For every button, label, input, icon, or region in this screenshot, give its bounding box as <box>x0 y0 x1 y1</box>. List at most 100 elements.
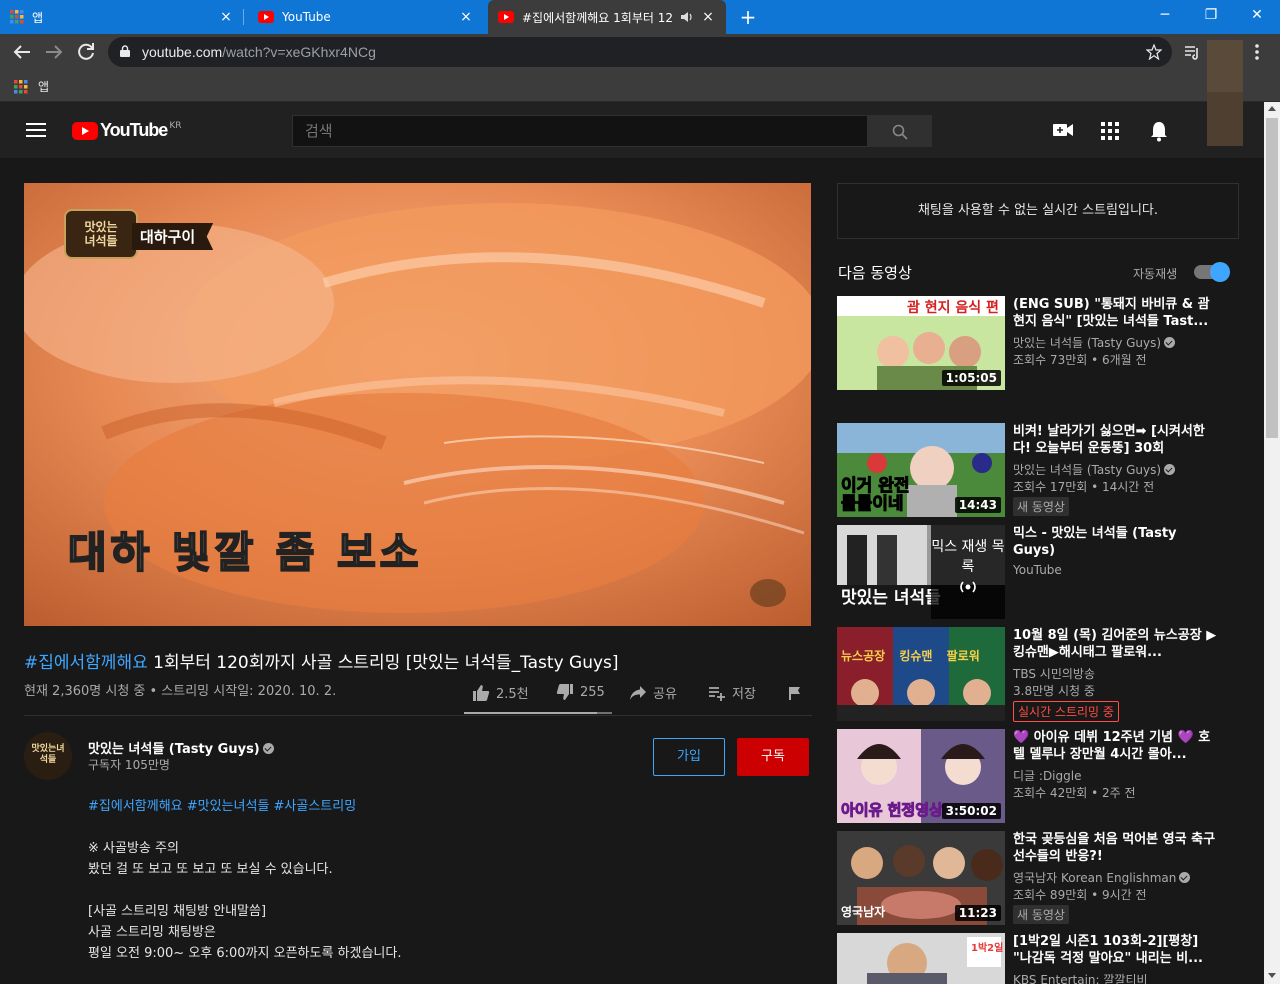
page-scrollbar-thumb[interactable] <box>1266 118 1278 438</box>
search-box[interactable] <box>292 115 868 147</box>
recommended-title[interactable]: 믹스 - 맛있는 녀석들 (Tasty Guys) <box>1013 525 1219 559</box>
bookmarks-bar: 앱 <box>0 62 1280 102</box>
recommended-mix[interactable]: 맛있는 녀석들 믹스 재생 목록 믹스 - 맛있는 녀석들 (Tasty Guy… <box>837 525 1257 621</box>
browser-toolbar: youtube.com/watch?v=xeGKhxr4NCg <box>0 34 1280 70</box>
tab-label: #집에서함께해요 1회부터 12 <box>522 10 673 25</box>
mix-thumbnail[interactable]: 맛있는 녀석들 믹스 재생 목록 <box>837 525 1005 619</box>
bookmark-apps[interactable]: 앱 <box>14 78 49 95</box>
recommended-title[interactable]: 💜 아이유 데뷔 12주년 기념 💜 호텔 델루나 장만월 4시간 몰아... <box>1013 729 1219 763</box>
recommended-video[interactable]: 괌 현지 음식 편 1:05:05 (ENG SUB) "통돼지 바비큐 & 괌… <box>837 296 1257 392</box>
notifications-bell-icon[interactable] <box>1150 120 1168 142</box>
region-code: KR <box>169 120 182 131</box>
video-thumbnail[interactable]: 뉴스공장 킹슈맨 팔로워 <box>837 627 1005 721</box>
reload-icon[interactable] <box>74 40 98 64</box>
playlist-add-icon <box>709 686 725 701</box>
live-chat-disabled-notice: 채팅을 사용할 수 없는 실시간 스트림입니다. <box>837 183 1239 239</box>
video-thumbnail[interactable]: 1박2일 <box>837 933 1005 984</box>
subscribe-button[interactable]: 구독 <box>737 738 809 776</box>
like-count: 2.5천 <box>496 687 529 702</box>
youtube-header: YouTube KR <box>0 92 1264 158</box>
scroll-down-icon[interactable] <box>1267 972 1277 980</box>
recommended-title[interactable]: 비켜! 날라가기 싫으면➡ [시켜서한다! 오늘부터 운동뚱] 30회 <box>1013 423 1219 457</box>
youtube-logo-icon <box>72 121 98 140</box>
recommended-channel: 맛있는 녀석들 (Tasty Guys) <box>1013 334 1176 351</box>
forward-icon[interactable] <box>42 40 66 64</box>
more-menu-icon[interactable] <box>1254 43 1260 61</box>
address-bar[interactable]: youtube.com/watch?v=xeGKhxr4NCg <box>108 37 1172 67</box>
recommended-title[interactable]: [1박2일 시즌1 103회-2][평창] "나감독 걱정 말아요" 내리는 비… <box>1013 933 1219 967</box>
tab-youtube[interactable]: YouTube × <box>248 0 484 34</box>
description-hashtags[interactable]: #집에서함께해요 #맛있는녀석들 #사골스트리밍 <box>88 796 402 817</box>
verified-check-icon <box>1164 464 1176 475</box>
scroll-up-icon[interactable] <box>1267 104 1277 112</box>
save-label: 저장 <box>732 687 756 702</box>
video-title-hashtag[interactable]: #집에서함께해요 <box>24 653 148 673</box>
like-ratio-bar <box>464 712 612 714</box>
channel-name[interactable]: 맛있는 녀석들 (Tasty Guys) <box>88 738 274 757</box>
channel-avatar[interactable]: 맛있는녀석들 <box>24 732 72 780</box>
video-thumbnail[interactable]: 괌 현지 음식 편 1:05:05 <box>837 296 1005 390</box>
youtube-favicon-icon <box>258 11 274 23</box>
create-video-icon[interactable] <box>1053 122 1073 138</box>
like-button[interactable]: 2.5천 <box>472 683 529 702</box>
recommended-video[interactable]: 이거 완전 롤롤이네 14:43 비켜! 날라가기 싫으면➡ [시켜서한다! 오… <box>837 423 1257 519</box>
save-button[interactable]: 저장 <box>708 683 756 702</box>
recommended-channel-name: 맛있는 녀석들 (Tasty Guys) <box>1013 463 1162 477</box>
recommended-video[interactable]: 영국남자 11:23 한국 곶등심을 처음 먹어본 영국 축구선수들의 반응?!… <box>837 831 1257 927</box>
video-subtitle-overlay: 대하 빛깔 좀 보소 <box>67 527 423 578</box>
back-icon[interactable] <box>10 40 34 64</box>
new-tab-button[interactable]: + <box>736 5 760 29</box>
tab-label: 앱 <box>32 10 44 25</box>
video-meta: 현재 2,360명 시청 중 • 스트리밍 시작일: 2020. 10. 2. <box>24 684 337 699</box>
apps-grid-icon <box>10 10 24 24</box>
video-thumbnail[interactable]: 영국남자 11:23 <box>837 831 1005 925</box>
tab-current-video[interactable]: #집에서함께해요 1회부터 12 × <box>488 0 726 34</box>
recommended-title[interactable]: (ENG SUB) "통돼지 바비큐 & 괌 현지 음식" [맛있는 녀석들 T… <box>1013 296 1219 330</box>
description-line: ※ 사골방송 주의 <box>88 841 179 856</box>
divider <box>24 715 812 716</box>
autoplay-toggle-knob[interactable] <box>1210 262 1230 282</box>
search-button[interactable] <box>867 115 932 147</box>
hamburger-menu-icon[interactable] <box>26 123 46 137</box>
youtube-logo-text: YouTube <box>100 120 168 140</box>
tab-close-icon[interactable]: × <box>458 9 474 25</box>
recommended-video[interactable]: 뉴스공장 킹슈맨 팔로워 10월 8일 (목) 김어준의 뉴스공장 ▶킹슈맨▶해… <box>837 627 1257 723</box>
recommended-video[interactable]: 1박2일 [1박2일 시즌1 103회-2][평창] "나감독 걱정 말아요" … <box>837 933 1257 984</box>
tab-close-icon[interactable]: × <box>218 9 234 25</box>
report-flag-icon[interactable] <box>788 686 802 700</box>
tab-apps[interactable]: 앱 × <box>0 0 244 34</box>
close-window-button[interactable]: ✕ <box>1234 0 1280 30</box>
recommended-meta: 조회수 73만회 • 6개월 전 <box>1013 353 1147 367</box>
youtube-logo[interactable]: YouTube KR <box>72 120 181 141</box>
recommended-video[interactable]: 아이유 헌정영상 3:50:02 💜 아이유 데뷔 12주년 기념 💜 호텔 델… <box>837 729 1257 825</box>
share-button[interactable]: 공유 <box>629 683 677 702</box>
channel-name-text: 맛있는 녀석들 (Tasty Guys) <box>88 742 260 757</box>
tab-label: YouTube <box>282 10 331 24</box>
description-line: 사골 스트리밍 채팅방은 <box>88 925 216 940</box>
account-avatar[interactable] <box>1207 92 1243 146</box>
minimize-button[interactable]: ─ <box>1142 0 1188 30</box>
search-input[interactable] <box>293 116 867 146</box>
join-button[interactable]: 가입 <box>653 738 725 776</box>
thumbnail-text: 뉴스공장 킹슈맨 팔로워 <box>841 649 980 663</box>
video-duration: 11:23 <box>954 905 1001 921</box>
recommended-title[interactable]: 한국 곶등심을 처음 먹어본 영국 축구선수들의 반응?! <box>1013 831 1219 865</box>
recommended-channel: TBS 시민의방송 <box>1013 667 1095 681</box>
video-thumbnail[interactable]: 아이유 헌정영상 3:50:02 <box>837 729 1005 823</box>
video-thumbnail[interactable]: 이거 완전 롤롤이네 14:43 <box>837 423 1005 517</box>
tab-close-icon[interactable]: × <box>700 9 716 25</box>
recommended-channel-name: 맛있는 녀석들 (Tasty Guys) <box>1013 336 1162 350</box>
thumbnail-text: 맛있는 녀석들 <box>841 588 941 608</box>
media-queue-icon[interactable] <box>1184 44 1202 60</box>
apps-icon[interactable] <box>1101 122 1119 140</box>
profile-avatar[interactable] <box>1207 40 1243 64</box>
video-player[interactable]: 맛있는 녀석들 대하구이 대하 빛깔 좀 보소 <box>24 183 811 626</box>
restore-button[interactable]: ❐ <box>1188 0 1234 30</box>
bookmark-star-icon[interactable] <box>1146 44 1162 60</box>
speaker-icon[interactable] <box>680 11 694 23</box>
video-title-text: 1회부터 120회까지 사골 스트리밍 [맛있는 녀석들_Tasty Guys] <box>147 653 619 673</box>
share-icon <box>630 685 646 700</box>
recommended-title[interactable]: 10월 8일 (목) 김어준의 뉴스공장 ▶킹슈맨▶해시태그 팔로워... <box>1013 627 1219 661</box>
recommended-channel-name: 영국남자 Korean Englishman <box>1013 871 1177 885</box>
dislike-button[interactable]: 255 <box>556 683 605 701</box>
